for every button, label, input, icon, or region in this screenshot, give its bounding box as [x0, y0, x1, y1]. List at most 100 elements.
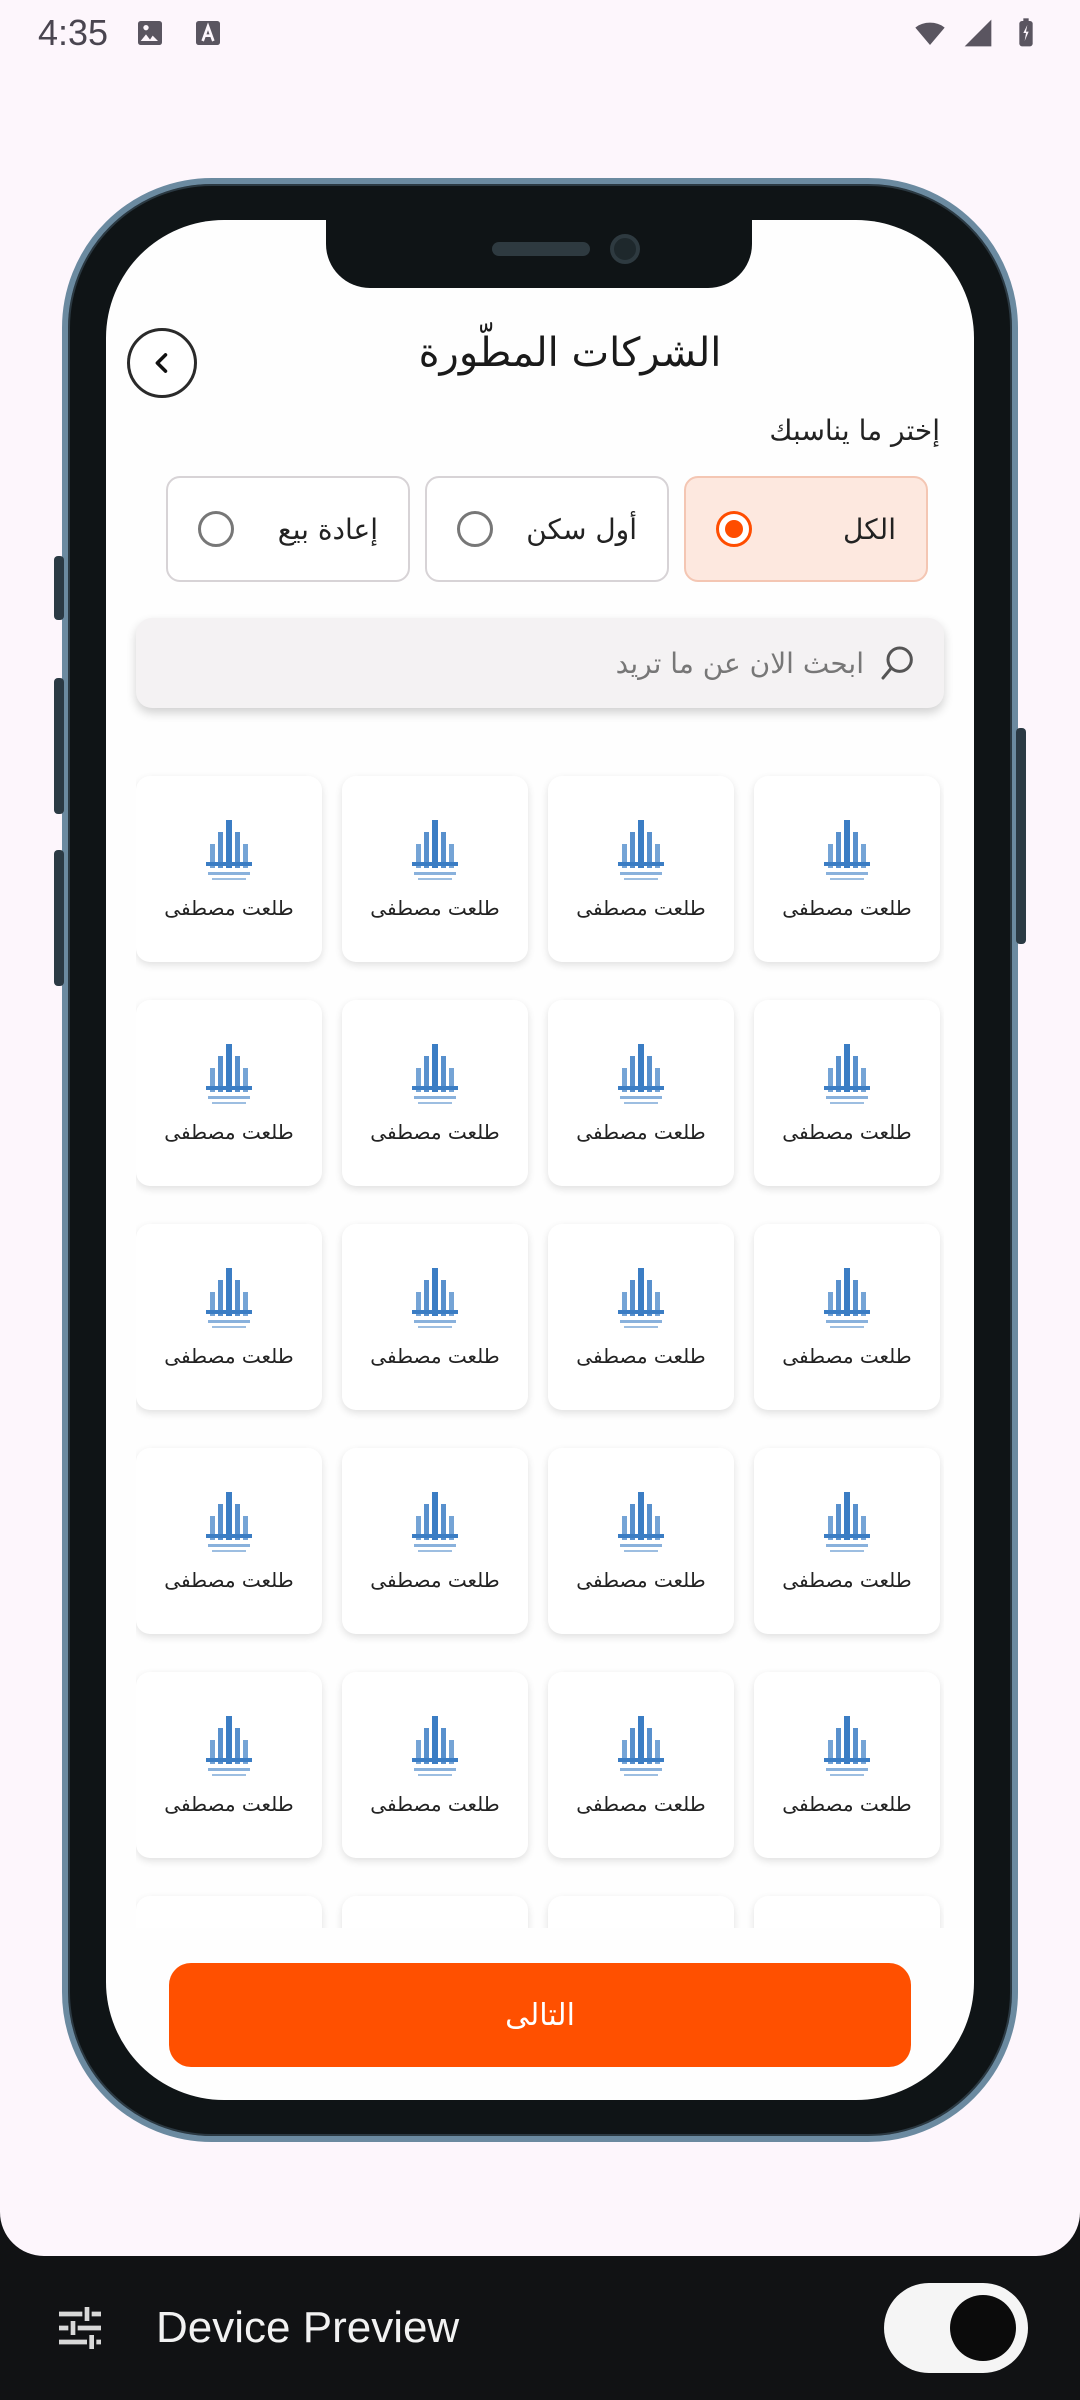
developer-logo-icon [824, 1716, 870, 1776]
developer-name: طلعت مصطفى [782, 1792, 912, 1816]
developer-logo-icon [618, 1268, 664, 1328]
developer-card[interactable]: طلعت مصطفى [754, 1896, 940, 1928]
developer-logo-icon [412, 1044, 458, 1104]
developer-card[interactable]: طلعت مصطفى [548, 776, 734, 962]
developer-card[interactable]: طلعت مصطفى [548, 1224, 734, 1410]
developer-card[interactable]: طلعت مصطفى [342, 1000, 528, 1186]
device-preview-toggle[interactable] [884, 2283, 1028, 2373]
developer-name: طلعت مصطفى [782, 896, 912, 920]
developer-name: طلعت مصطفى [782, 1344, 912, 1368]
device-side-button [54, 678, 64, 814]
developer-card[interactable]: طلعت مصطفى [754, 1224, 940, 1410]
developer-name: طلعت مصطفى [576, 1344, 706, 1368]
developer-logo-icon [412, 1268, 458, 1328]
developer-name: طلعت مصطفى [370, 1120, 500, 1144]
filter-option-first-home[interactable]: أول سكن [425, 476, 669, 582]
developer-logo-icon [824, 1492, 870, 1552]
filter-option-all[interactable]: الكل [684, 476, 928, 582]
developer-card[interactable]: طلعت مصطفى [136, 1672, 322, 1858]
developer-grid: طلعت مصطفى طلعت مصطفى طلعت مصطفى طلعت مصطفى… [136, 760, 944, 1928]
chevron-left-icon [155, 353, 168, 373]
developer-card[interactable]: طلعت مصطفى [754, 1000, 940, 1186]
developer-card[interactable]: طلعت مصطفى [548, 1448, 734, 1634]
developer-name: طلعت مصطفى [164, 1344, 294, 1368]
search-icon [881, 646, 913, 680]
preview-card-edge [0, 2200, 1080, 2256]
filter-option-resale[interactable]: إعادة بيع [166, 476, 410, 582]
developer-card[interactable]: طلعت مصطفى [754, 776, 940, 962]
developer-logo-icon [618, 1492, 664, 1552]
developer-logo-icon [206, 1044, 252, 1104]
developer-name: طلعت مصطفى [164, 1792, 294, 1816]
developer-logo-icon [824, 1044, 870, 1104]
notch-speaker [492, 242, 590, 256]
status-time: 4:35 [38, 12, 109, 53]
developer-name: طلعت مصطفى [782, 1120, 912, 1144]
developer-name: طلعت مصطفى [782, 1568, 912, 1592]
developer-logo-icon [206, 1268, 252, 1328]
developer-card[interactable]: طلعت مصطفى [548, 1672, 734, 1858]
developer-name: طلعت مصطفى [576, 896, 706, 920]
developer-name: طلعت مصطفى [370, 1568, 500, 1592]
developer-card[interactable]: طلعت مصطفى [548, 1000, 734, 1186]
developer-card[interactable]: طلعت مصطفى [136, 1000, 322, 1186]
developer-card[interactable]: طلعت مصطفى [136, 1448, 322, 1634]
developer-card[interactable]: طلعت مصطفى [342, 1448, 528, 1634]
signal-icon [964, 19, 992, 47]
search-input[interactable] [264, 646, 864, 680]
developer-card[interactable]: طلعت مصطفى [136, 1896, 322, 1928]
developer-card[interactable]: طلعت مصطفى [342, 1224, 528, 1410]
developer-logo-icon [618, 1044, 664, 1104]
developer-logo-icon [412, 1716, 458, 1776]
settings-sliders-icon[interactable] [52, 2300, 108, 2356]
developer-logo-icon [412, 820, 458, 880]
page-title: الشركات المطّورة [418, 330, 722, 376]
radio-selected-icon[interactable] [716, 511, 752, 547]
device-preview-bar: Device Preview [0, 2256, 1080, 2400]
developer-logo-icon [206, 820, 252, 880]
radio-unselected-icon[interactable] [198, 511, 234, 547]
developer-card[interactable]: طلعت مصطفى [754, 1672, 940, 1858]
developer-logo-icon [618, 820, 664, 880]
developer-card[interactable]: طلعت مصطفى [754, 1448, 940, 1634]
developer-name: طلعت مصطفى [164, 1568, 294, 1592]
device-notch [326, 220, 752, 288]
developer-name: طلعت مصطفى [576, 1120, 706, 1144]
battery-icon [1019, 18, 1033, 47]
developer-card[interactable]: طلعت مصطفى [548, 1896, 734, 1928]
developer-name: طلعت مصطفى [370, 1344, 500, 1368]
search-bar[interactable] [136, 618, 944, 708]
developer-logo-icon [206, 1716, 252, 1776]
developer-name: طلعت مصطفى [370, 1792, 500, 1816]
image-icon [138, 21, 163, 45]
filter-options: الكل أول سكن إعادة بيع [166, 476, 928, 582]
developer-name: طلعت مصطفى [370, 896, 500, 920]
developer-logo-icon [824, 820, 870, 880]
device-side-button [54, 850, 64, 986]
developer-logo-icon [824, 1268, 870, 1328]
developer-logo-icon [206, 1492, 252, 1552]
filter-option-label: أول سكن [526, 512, 637, 546]
developer-card[interactable]: طلعت مصطفى [342, 776, 528, 962]
device-preview-title: Device Preview [156, 2303, 460, 2352]
developer-card[interactable]: طلعت مصطفى [136, 776, 322, 962]
device-side-button [54, 556, 64, 620]
status-bar: 4:35 [0, 0, 1080, 66]
next-button[interactable]: التالى [169, 1963, 911, 2067]
filter-option-label: إعادة بيع [277, 512, 378, 546]
camera-icon [610, 234, 640, 264]
filter-option-label: الكل [843, 512, 896, 546]
developer-logo-icon [412, 1492, 458, 1552]
text-a-icon [196, 21, 221, 45]
developer-card[interactable]: طلعت مصطفى [136, 1224, 322, 1410]
subtitle: إختر ما يناسبك [769, 414, 940, 447]
developer-card[interactable]: طلعت مصطفى [342, 1672, 528, 1858]
device-side-button [1016, 728, 1026, 944]
radio-unselected-icon[interactable] [457, 511, 493, 547]
developer-logo-icon [618, 1716, 664, 1776]
developer-card[interactable]: طلعت مصطفى [342, 1896, 528, 1928]
developer-name: طلعت مصطفى [164, 896, 294, 920]
developer-name: طلعت مصطفى [576, 1568, 706, 1592]
back-button[interactable] [127, 328, 197, 398]
developer-name: طلعت مصطفى [576, 1792, 706, 1816]
